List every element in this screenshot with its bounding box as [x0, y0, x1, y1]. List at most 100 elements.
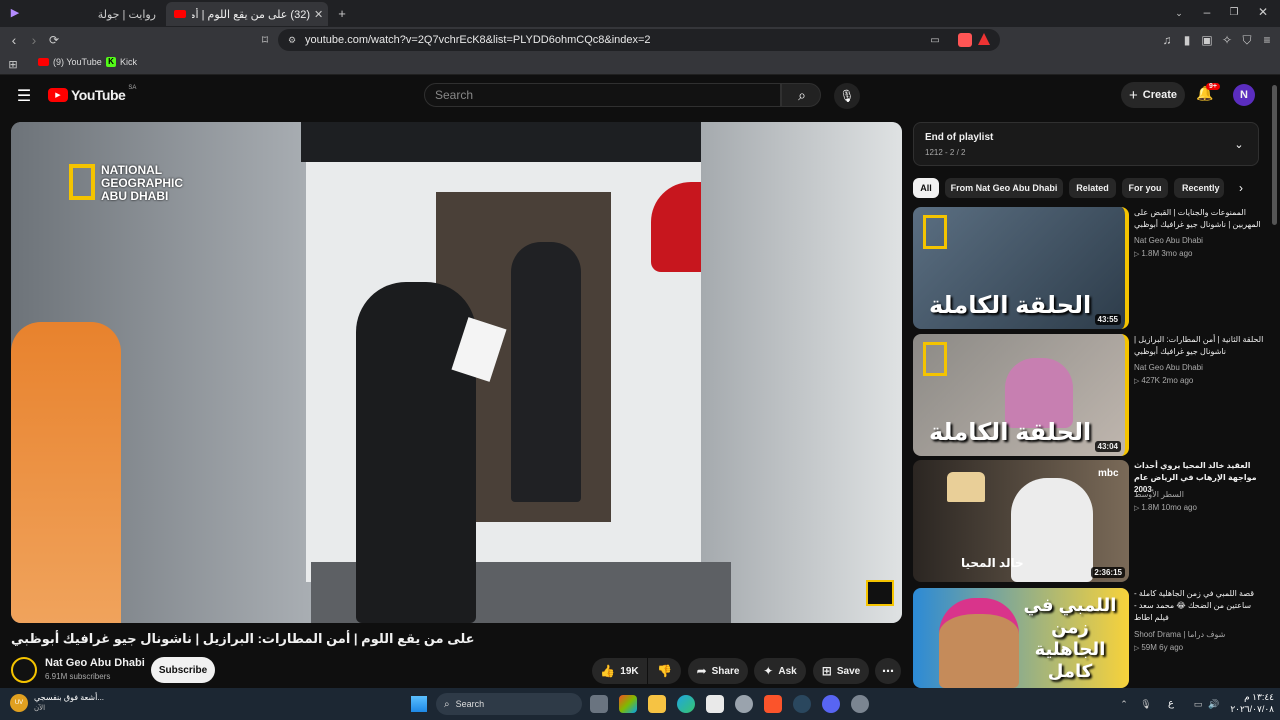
- save-button[interactable]: ⊞ Save: [813, 658, 869, 684]
- input-language[interactable]: ع: [1168, 698, 1174, 709]
- thumbnail-lamp: [947, 472, 985, 502]
- tab-inactive[interactable]: روايت | جولة: [30, 2, 162, 26]
- taskbar-search[interactable]: ⌕ Search: [436, 693, 582, 715]
- duration-badge: 2:36:15: [1091, 567, 1125, 578]
- natgeo-corner-logo: [866, 580, 894, 606]
- tab-title: روايت | جولة: [97, 8, 156, 21]
- browser-logo-icon[interactable]: ▶: [8, 5, 22, 19]
- tab-active[interactable]: (32) على من يقع اللوم | أمن المطا... ✕: [166, 2, 328, 26]
- brave-icon[interactable]: [764, 695, 782, 713]
- recommendation-title[interactable]: قصة اللمبي في زمن الجاهلية كاملة - ساعتي…: [1134, 588, 1264, 624]
- chip-scroll-right-icon[interactable]: ›: [1234, 181, 1248, 195]
- sparkle-icon: ✦: [763, 664, 774, 678]
- volume-icon[interactable]: 🔊: [1208, 697, 1220, 711]
- store-icon[interactable]: [706, 695, 724, 713]
- recommendation-channel[interactable]: Nat Geo Abu Dhabi: [1134, 236, 1203, 245]
- chip-related[interactable]: Related: [1069, 178, 1116, 198]
- weather-widget[interactable]: UV أشعة فوق بنفسجي... الآن: [10, 692, 130, 716]
- recommendation-thumbnail[interactable]: mbc خالد المحيا 2:36:15: [913, 460, 1129, 582]
- edge-icon[interactable]: [677, 695, 695, 713]
- channel-name[interactable]: Nat Geo Abu Dhabi: [45, 657, 145, 669]
- share-button[interactable]: ➦ Share: [688, 658, 748, 684]
- chip-for-you[interactable]: For you: [1122, 178, 1168, 198]
- ask-button[interactable]: ✦ Ask: [754, 658, 806, 684]
- avatar[interactable]: N: [1233, 84, 1255, 106]
- share-icon: ➦: [696, 664, 707, 678]
- back-icon[interactable]: ‹: [6, 32, 22, 48]
- recommendation-thumbnail[interactable]: اللمبي في زمن الجاهلية كامل: [913, 588, 1129, 688]
- menu-icon[interactable]: ≡: [1260, 32, 1274, 48]
- create-label: Create: [1142, 89, 1177, 101]
- brave-shields-icon[interactable]: [958, 33, 972, 47]
- youtube-logo[interactable]: ▶ YouTube SA: [48, 85, 136, 103]
- microphone-icon[interactable]: 🎙: [1140, 697, 1152, 711]
- subscribe-button[interactable]: Subscribe: [151, 657, 215, 683]
- music-icon[interactable]: ♫: [1160, 32, 1174, 48]
- ask-label: Ask: [778, 665, 797, 677]
- app-icon[interactable]: [735, 695, 753, 713]
- channel-avatar[interactable]: [11, 657, 37, 683]
- tray-chevron-up-icon[interactable]: ⌃: [1118, 697, 1130, 711]
- address-bar[interactable]: ⚙ youtube.com/watch?v=2Q7vchrEcK8&list=P…: [278, 29, 1000, 51]
- windows-start-icon[interactable]: [411, 696, 427, 712]
- chip-from-channel[interactable]: From Nat Geo Abu Dhabi: [945, 178, 1063, 198]
- clock-time[interactable]: ١٣:٤٤ م: [1228, 692, 1274, 703]
- network-icon[interactable]: ▭: [1192, 697, 1204, 711]
- cast-icon[interactable]: ▭: [928, 33, 942, 47]
- recommendation-channel[interactable]: Shoof Drama | شوف دراما: [1134, 630, 1225, 639]
- dislike-button[interactable]: 👎: [648, 658, 681, 684]
- thumbnail-overlay-text: خالد المحيا: [961, 556, 1024, 570]
- bookmark-youtube[interactable]: (9) YouTube: [38, 57, 102, 67]
- playlist-panel[interactable]: End of playlist 1212 - 2 / 2 ⌄: [913, 122, 1259, 166]
- page-scrollbar[interactable]: [1272, 85, 1277, 225]
- file-explorer-icon[interactable]: [648, 695, 666, 713]
- discord-icon[interactable]: [822, 695, 840, 713]
- chip-all[interactable]: All: [913, 178, 939, 198]
- forward-icon[interactable]: ›: [26, 32, 42, 48]
- recommendation-thumbnail[interactable]: الحلقة الكاملة 43:55: [913, 207, 1129, 329]
- recommendation-title[interactable]: الممنوعات والجنايات | القبض على المهربين…: [1134, 207, 1264, 231]
- search-button[interactable]: ⌕: [781, 83, 821, 107]
- chevron-down-icon[interactable]: ⌄: [1232, 137, 1246, 151]
- like-button[interactable]: 👍 19K: [592, 658, 647, 684]
- reload-icon[interactable]: ⟳: [46, 32, 62, 48]
- clock-date[interactable]: ٢٠٢٦/٠٧/٠٨: [1228, 704, 1274, 715]
- bookmark-kick[interactable]: K Kick: [106, 57, 137, 67]
- apps-grid-icon[interactable]: ⊞: [6, 57, 20, 71]
- video-player[interactable]: NATIONAL GEOGRAPHIC ABU DHABI: [11, 122, 902, 623]
- weather-subtitle: الآن: [34, 705, 46, 712]
- maximize-icon[interactable]: ❐: [1227, 5, 1241, 19]
- natgeo-frame-icon: [923, 215, 947, 249]
- close-tab-icon[interactable]: ✕: [314, 8, 323, 21]
- site-info-icon[interactable]: ⚙: [286, 33, 298, 47]
- brave-rewards-icon[interactable]: [978, 33, 990, 45]
- more-actions-button[interactable]: ⋯: [875, 658, 901, 684]
- thumbnail-overlay-text: الحلقة الكاملة: [929, 292, 1092, 319]
- vpn-icon[interactable]: ⛉: [1240, 32, 1254, 48]
- chip-recently[interactable]: Recently: [1174, 178, 1224, 198]
- close-window-icon[interactable]: ✕: [1256, 5, 1270, 19]
- task-view-icon[interactable]: [590, 695, 608, 713]
- settings-icon[interactable]: [851, 695, 869, 713]
- taskbar-search-label: Search: [455, 699, 485, 709]
- video-scene-right-panel: [701, 122, 902, 623]
- hamburger-menu-icon[interactable]: ☰: [14, 86, 34, 106]
- steam-icon[interactable]: [793, 695, 811, 713]
- tab-search-icon[interactable]: ⌄: [1172, 6, 1186, 20]
- sidebar-icon[interactable]: ▮: [1180, 32, 1194, 48]
- recommendation-meta: ▷ 1.8M 3mo ago: [1134, 249, 1192, 258]
- microsoft-365-icon[interactable]: [619, 695, 637, 713]
- bookmark-icon[interactable]: ⌑: [258, 32, 272, 48]
- recommendation-thumbnail[interactable]: الحلقة الكاملة 43:04: [913, 334, 1129, 456]
- new-tab-icon[interactable]: +: [336, 6, 348, 21]
- search-input[interactable]: Search: [424, 83, 781, 107]
- recommendation-title[interactable]: الحلقة الثانية | أمن المطارات: البرازيل …: [1134, 334, 1264, 358]
- minimize-icon[interactable]: –: [1200, 5, 1214, 19]
- recommendation-channel[interactable]: Nat Geo Abu Dhabi: [1134, 363, 1203, 372]
- wallet-icon[interactable]: ▣: [1200, 32, 1214, 48]
- notifications-button[interactable]: 🔔 9+: [1196, 83, 1220, 107]
- voice-search-button[interactable]: 🎙: [834, 83, 860, 109]
- recommendation-channel[interactable]: السطر الأوسط: [1134, 490, 1184, 499]
- create-button[interactable]: + Create: [1121, 82, 1185, 108]
- leo-ai-icon[interactable]: ✧: [1220, 32, 1234, 48]
